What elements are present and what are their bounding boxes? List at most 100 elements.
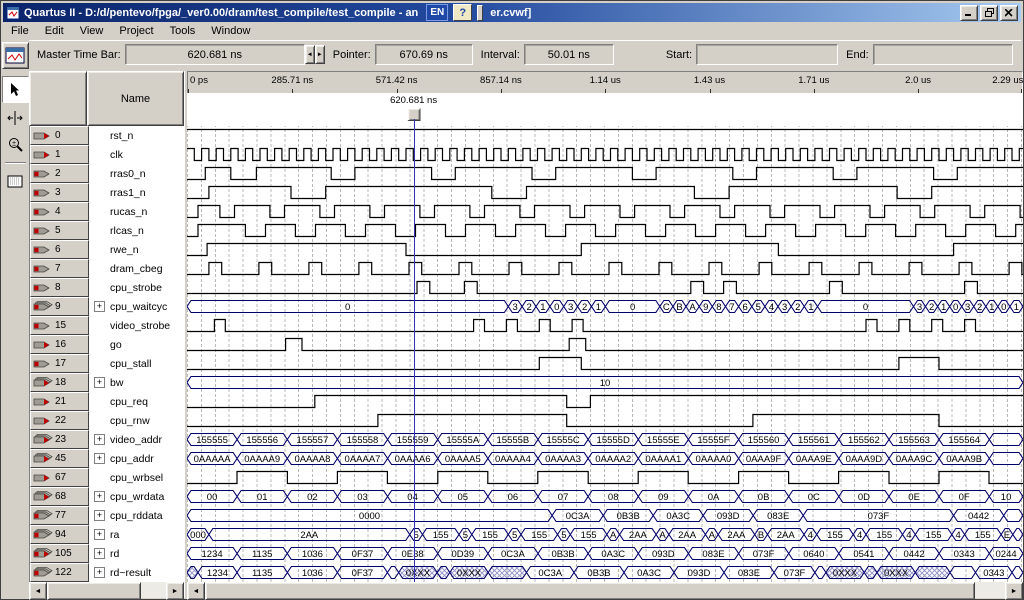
signal-handle[interactable]: 45	[30, 449, 89, 468]
signal-name[interactable]: rucas_n	[89, 202, 184, 221]
signal-row-rras1_n[interactable]: 3rras1_n	[30, 183, 184, 202]
menu-edit[interactable]: Edit	[37, 24, 72, 39]
signal-handle[interactable]: 0	[30, 126, 89, 145]
expand-icon[interactable]: +	[94, 491, 105, 502]
signal-handle[interactable]: 7	[30, 259, 89, 278]
wave-cpu_rddata[interactable]: 00000C3A0B3B0A3C093D083E073F0442	[187, 506, 1023, 525]
wave-rst_n[interactable]	[187, 126, 1023, 145]
signal-row-cpu_rddata[interactable]: 77+cpu_rddata	[30, 506, 184, 525]
signal-handle[interactable]: 21	[30, 392, 89, 411]
help-icon[interactable]: ?	[453, 4, 472, 21]
expand-icon[interactable]: +	[94, 377, 105, 388]
menu-tools[interactable]: Tools	[162, 24, 204, 39]
signal-row-rst_n[interactable]: 0rst_n	[30, 126, 184, 145]
signal-name[interactable]: +video_addr	[89, 430, 184, 449]
signal-name[interactable]: +rd	[89, 544, 184, 563]
wave-rd~result[interactable]: 1234113510360F370XXX0XXX0C3A0B3B0A3C093D…	[187, 563, 1023, 582]
close-icon[interactable]	[1000, 5, 1018, 21]
expand-icon[interactable]: +	[94, 301, 105, 312]
names-scroll-thumb[interactable]	[47, 582, 141, 600]
signal-row-cpu_addr[interactable]: 45+cpu_addr	[30, 449, 184, 468]
wave-rlcas_n[interactable]	[187, 221, 1023, 240]
zoom-tool-icon[interactable]: ±	[3, 132, 28, 157]
signal-name[interactable]: rst_n	[89, 126, 184, 145]
menu-view[interactable]: View	[72, 24, 112, 39]
signal-name[interactable]: cpu_strobe	[89, 278, 184, 297]
signal-name[interactable]: cpu_rnw	[89, 411, 184, 430]
signal-name[interactable]: rwe_n	[89, 240, 184, 259]
wave-cpu_rnw[interactable]	[187, 411, 1023, 430]
signal-name[interactable]: +cpu_addr	[89, 449, 184, 468]
language-bar-handle[interactable]	[477, 5, 483, 21]
cursor-line[interactable]	[414, 126, 415, 582]
spin-left-icon[interactable]: ◄	[305, 45, 315, 64]
signal-name[interactable]: rlcas_n	[89, 221, 184, 240]
signal-handle[interactable]: 22	[30, 411, 89, 430]
waveform-editor-icon[interactable]	[2, 42, 29, 69]
master-time-bar-strip[interactable]: 620.681 ns	[187, 93, 1023, 127]
signal-handle[interactable]: 1	[30, 145, 89, 164]
wave-rd[interactable]: 1234113510360F370E380D390C3A0B3B0A3C093D…	[187, 544, 1023, 563]
signal-row-rras0_n[interactable]: 2rras0_n	[30, 164, 184, 183]
signal-handle[interactable]: 2	[30, 164, 89, 183]
expand-icon[interactable]: +	[94, 567, 105, 578]
signal-handle[interactable]: 94	[30, 525, 89, 544]
signal-row-rlcas_n[interactable]: 5rlcas_n	[30, 221, 184, 240]
signal-name[interactable]: video_strobe	[89, 316, 184, 335]
wave-cpu_strobe[interactable]	[187, 278, 1023, 297]
signal-handle[interactable]: 18	[30, 373, 89, 392]
signal-name[interactable]: +rd~result	[89, 563, 184, 582]
signal-handle[interactable]: 16	[30, 335, 89, 354]
signal-handle[interactable]: 3	[30, 183, 89, 202]
wave-cpu_wrbsel[interactable]	[187, 468, 1023, 487]
signal-name[interactable]: +bw	[89, 373, 184, 392]
signal-name[interactable]: cpu_req	[89, 392, 184, 411]
wave-cpu_wrdata[interactable]: 000102030405060708090A0B0C0D0E0F10	[187, 487, 1023, 506]
signal-handle[interactable]: 77	[30, 506, 89, 525]
signal-row-cpu_waitcyc[interactable]: 9+cpu_waitcyc	[30, 297, 184, 316]
wave-clk[interactable]	[187, 145, 1023, 164]
scroll-left-icon[interactable]: ◄	[29, 582, 47, 600]
signal-name[interactable]: +cpu_rddata	[89, 506, 184, 525]
wave-cpu_req[interactable]	[187, 392, 1023, 411]
signal-handle[interactable]: 6	[30, 240, 89, 259]
expand-icon[interactable]: +	[94, 434, 105, 445]
signal-row-rwe_n[interactable]: 6rwe_n	[30, 240, 184, 259]
signal-handle[interactable]: 9	[30, 297, 89, 316]
signal-row-cpu_wrbsel[interactable]: 67cpu_wrbsel	[30, 468, 184, 487]
master-time-bar-field[interactable]: 620.681 ns	[125, 44, 305, 65]
signal-name[interactable]: clk	[89, 145, 184, 164]
signal-row-cpu_stall[interactable]: 17cpu_stall	[30, 354, 184, 373]
signal-row-cpu_wrdata[interactable]: 68+cpu_wrdata	[30, 487, 184, 506]
expand-icon[interactable]: +	[94, 529, 105, 540]
scroll-left-icon[interactable]: ◄	[187, 582, 205, 600]
signal-row-dram_cbeg[interactable]: 7dram_cbeg	[30, 259, 184, 278]
wave-scrollbar[interactable]: ◄ ►	[187, 582, 1023, 598]
signal-row-video_addr[interactable]: 23+video_addr	[30, 430, 184, 449]
signal-handle[interactable]: 68	[30, 487, 89, 506]
wave-ra[interactable]: 0002AA5155515551555155A2AAA2AAA2AAB2AA41…	[187, 525, 1023, 544]
waveform-rows[interactable]: 032103210CBA9876543210321032101101555551…	[187, 126, 1023, 582]
end-field[interactable]	[873, 44, 1013, 65]
signal-handle[interactable]: 67	[30, 468, 89, 487]
menu-file[interactable]: File	[3, 24, 37, 39]
wave-rras0_n[interactable]	[187, 164, 1023, 183]
signal-handle[interactable]: 8	[30, 278, 89, 297]
selection-tool-icon[interactable]	[2, 76, 29, 103]
signal-name[interactable]: +cpu_wrdata	[89, 487, 184, 506]
name-column-header[interactable]: Name	[87, 71, 184, 126]
expand-icon[interactable]: +	[94, 453, 105, 464]
start-field[interactable]	[696, 44, 838, 65]
full-screen-icon[interactable]	[3, 169, 28, 194]
wave-rwe_n[interactable]	[187, 240, 1023, 259]
signal-row-rucas_n[interactable]: 4rucas_n	[30, 202, 184, 221]
signal-name[interactable]: +ra	[89, 525, 184, 544]
signal-row-cpu_rnw[interactable]: 22cpu_rnw	[30, 411, 184, 430]
spin-right-icon[interactable]: ►	[315, 45, 325, 64]
signal-name[interactable]: cpu_stall	[89, 354, 184, 373]
signal-handle[interactable]: 4	[30, 202, 89, 221]
scroll-right-icon[interactable]: ►	[1005, 582, 1023, 600]
wave-cpu_stall[interactable]	[187, 354, 1023, 373]
expand-icon[interactable]: +	[94, 510, 105, 521]
signal-row-rd[interactable]: 105+rd	[30, 544, 184, 563]
